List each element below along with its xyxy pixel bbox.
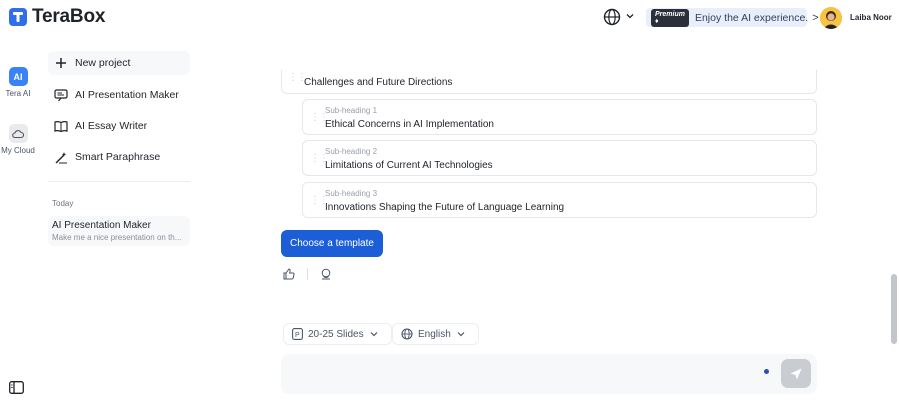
subheading-label: Sub-heading 3 [325,189,378,198]
history-heading: Today [52,199,74,208]
rail-item-my-cloud[interactable]: My Cloud [0,124,36,155]
chevron-right-icon: > [812,11,819,24]
chevron-down-icon [370,332,378,337]
subheading-text[interactable]: Innovations Shaping the Future of Langua… [325,202,564,213]
plus-icon [54,56,68,70]
slides-count-value: 20-25 Slides [308,328,364,340]
sidebar-toggle-icon[interactable] [9,381,24,394]
outline-section-card[interactable]: ⋮⋮ Challenges and Future Directions [281,70,817,94]
paraphrase-icon [54,150,68,164]
status-dot-icon [764,369,769,374]
premium-badge: Premium ♦ [651,8,689,27]
history-item-subtitle: Make me a nice presentation on th... [52,233,182,242]
slides-icon: P [292,328,303,340]
top-header: TeraBox Premium ♦ Enjoy the AI experienc… [0,0,899,36]
new-project-button[interactable]: New project [48,51,190,75]
terabox-logo-icon [9,8,27,26]
avatar-image [820,7,842,29]
subheading-label: Sub-heading 2 [325,147,378,156]
chevron-down-icon [457,332,465,337]
subheading-card[interactable]: ⋮⋮ Sub-heading 1 Ethical Concerns in AI … [302,99,817,135]
section-title: Challenges and Future Directions [304,77,453,88]
regenerate-icon[interactable] [320,268,332,280]
language-value: English [418,328,451,340]
new-project-label: New project [75,57,131,69]
user-name: Laiba Noor [850,13,892,22]
sidebar-item-label: Smart Paraphrase [75,151,161,163]
globe-icon[interactable] [603,8,621,26]
history-item-title: AI Presentation Maker [52,220,151,231]
prompt-input[interactable] [281,354,817,394]
subheading-text[interactable]: Limitations of Current AI Technologies [325,160,493,171]
globe-icon [401,328,413,340]
sidebar-item-label: AI Presentation Maker [75,89,179,101]
rail-label: My Cloud [1,146,35,155]
side-divider [48,181,190,182]
app-name: TeraBox [32,6,106,27]
history-item[interactable]: AI Presentation Maker Make me a nice pre… [48,216,190,246]
subheading-label: Sub-heading 1 [325,106,378,115]
language-dropdown[interactable]: English [392,323,479,345]
rail-label: Tera AI [5,89,31,98]
avatar[interactable] [820,7,842,29]
subheading-text[interactable]: Ethical Concerns in AI Implementation [325,119,494,130]
sidebar-item-ai-essay-writer[interactable]: AI Essay Writer [48,114,190,138]
slides-count-dropdown[interactable]: P 20-25 Slides [283,323,392,345]
sidebar-item-label: AI Essay Writer [75,120,148,132]
promo-text: Enjoy the AI experience. [694,11,809,24]
svg-text:P: P [295,332,300,339]
sidebar-item-smart-paraphrase[interactable]: Smart Paraphrase [48,145,190,169]
terabox-logo[interactable]: TeraBox [8,6,105,28]
scrollbar-thumb[interactable] [891,274,897,344]
toolbar-separator [307,268,308,280]
rail-item-tera-ai[interactable]: AI Tera AI [0,67,36,98]
thumbs-up-icon[interactable] [283,268,295,280]
tera-ai-icon: AI [8,67,28,86]
premium-promo-banner[interactable]: Premium ♦ Enjoy the AI experience. > [646,8,819,27]
send-button[interactable] [781,359,811,388]
send-icon [790,368,802,379]
chevron-down-icon[interactable] [626,12,634,20]
cloud-icon [8,124,28,143]
subheading-card[interactable]: ⋮⋮ Sub-heading 2 Limitations of Current … [302,140,817,176]
presentation-icon [54,88,68,102]
choose-template-button[interactable]: Choose a template [281,230,383,257]
essay-icon [54,119,68,133]
subheading-card[interactable]: ⋮⋮ Sub-heading 3 Innovations Shaping the… [302,182,817,218]
sidebar-item-ai-presentation-maker[interactable]: AI Presentation Maker [48,83,190,107]
